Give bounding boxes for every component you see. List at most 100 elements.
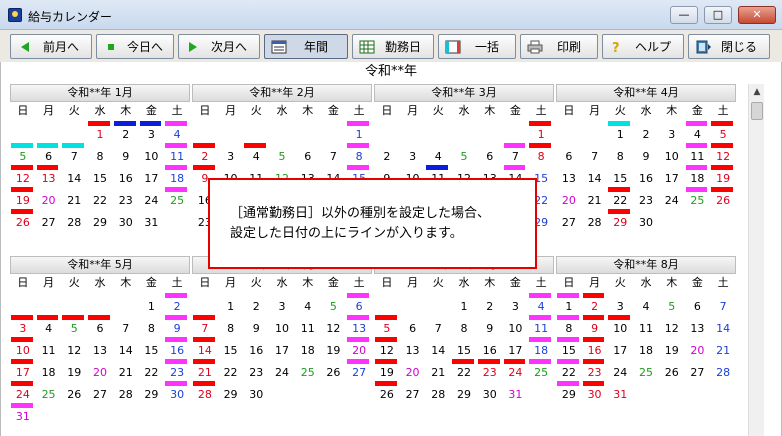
day-cell[interactable]: 24 [503, 358, 529, 380]
day-cell[interactable]: 5 [374, 314, 400, 336]
scroll-thumb[interactable] [751, 102, 763, 120]
day-cell[interactable]: 7 [425, 314, 451, 336]
day-cell[interactable]: 27 [556, 208, 582, 230]
day-cell[interactable]: 1 [87, 120, 113, 142]
day-cell[interactable]: 12 [321, 314, 347, 336]
day-cell[interactable]: 16 [164, 336, 190, 358]
day-cell[interactable]: 21 [61, 186, 87, 208]
day-cell[interactable]: 8 [451, 314, 477, 336]
day-cell[interactable]: 7 [582, 142, 608, 164]
day-cell[interactable]: 8 [87, 142, 113, 164]
day-cell[interactable]: 17 [10, 358, 36, 380]
day-cell[interactable]: 4 [243, 142, 269, 164]
day-cell[interactable]: 20 [36, 186, 62, 208]
day-cell[interactable]: 6 [685, 292, 711, 314]
day-cell[interactable]: 15 [607, 164, 633, 186]
day-cell[interactable]: 30 [164, 380, 190, 402]
day-cell[interactable]: 18 [685, 164, 711, 186]
day-cell[interactable]: 23 [633, 186, 659, 208]
day-cell[interactable]: 14 [192, 336, 218, 358]
day-cell[interactable]: 6 [556, 142, 582, 164]
day-cell[interactable]: 4 [295, 292, 321, 314]
day-cell[interactable]: 7 [321, 142, 347, 164]
close-window-button[interactable]: ✕ [738, 6, 776, 24]
day-cell[interactable]: 8 [218, 314, 244, 336]
day-cell[interactable]: 21 [113, 358, 139, 380]
day-cell[interactable]: 14 [61, 164, 87, 186]
day-cell[interactable]: 27 [87, 380, 113, 402]
day-cell[interactable]: 26 [10, 208, 36, 230]
day-cell[interactable]: 25 [295, 358, 321, 380]
day-cell[interactable]: 3 [659, 120, 685, 142]
day-cell[interactable]: 27 [346, 358, 372, 380]
day-cell[interactable]: 13 [685, 314, 711, 336]
day-cell[interactable]: 9 [582, 314, 608, 336]
day-cell[interactable]: 25 [164, 186, 190, 208]
day-cell[interactable]: 7 [710, 292, 736, 314]
day-cell[interactable]: 9 [477, 314, 503, 336]
day-cell[interactable]: 12 [10, 164, 36, 186]
day-cell[interactable]: 14 [425, 336, 451, 358]
day-cell[interactable]: 21 [425, 358, 451, 380]
day-cell[interactable]: 6 [477, 142, 503, 164]
day-cell[interactable]: 3 [400, 142, 426, 164]
day-cell[interactable]: 4 [36, 314, 62, 336]
day-cell[interactable]: 28 [582, 208, 608, 230]
prev-month-button[interactable]: 前月へ [10, 34, 92, 59]
day-cell[interactable]: 22 [556, 358, 582, 380]
day-cell[interactable]: 25 [36, 380, 62, 402]
day-cell[interactable]: 14 [582, 164, 608, 186]
day-cell[interactable]: 19 [374, 358, 400, 380]
day-cell[interactable]: 27 [36, 208, 62, 230]
day-cell[interactable]: 9 [633, 142, 659, 164]
day-cell[interactable]: 17 [607, 336, 633, 358]
day-cell[interactable]: 1 [346, 120, 372, 142]
day-cell[interactable]: 3 [10, 314, 36, 336]
day-cell[interactable]: 18 [295, 336, 321, 358]
day-cell[interactable]: 4 [633, 292, 659, 314]
day-cell[interactable]: 17 [503, 336, 529, 358]
day-cell[interactable]: 23 [477, 358, 503, 380]
next-month-button[interactable]: 次月へ [178, 34, 260, 59]
day-cell[interactable]: 9 [164, 314, 190, 336]
day-cell[interactable]: 22 [218, 358, 244, 380]
day-cell[interactable]: 15 [87, 164, 113, 186]
day-cell[interactable]: 20 [87, 358, 113, 380]
day-cell[interactable]: 3 [269, 292, 295, 314]
day-cell[interactable]: 26 [659, 358, 685, 380]
year-view-button[interactable]: 年間 [264, 34, 348, 59]
today-button[interactable]: 今日へ [96, 34, 174, 59]
day-cell[interactable]: 10 [607, 314, 633, 336]
day-cell[interactable]: 2 [582, 292, 608, 314]
day-cell[interactable]: 11 [685, 142, 711, 164]
day-cell[interactable]: 22 [87, 186, 113, 208]
day-cell[interactable]: 29 [87, 208, 113, 230]
day-cell[interactable]: 12 [374, 336, 400, 358]
day-cell[interactable]: 28 [710, 358, 736, 380]
day-cell[interactable]: 23 [582, 358, 608, 380]
day-cell[interactable]: 10 [503, 314, 529, 336]
day-cell[interactable]: 1 [556, 292, 582, 314]
day-cell[interactable]: 19 [710, 164, 736, 186]
day-cell[interactable]: 1 [139, 292, 165, 314]
day-cell[interactable]: 8 [346, 142, 372, 164]
day-cell[interactable]: 11 [295, 314, 321, 336]
day-cell[interactable]: 15 [139, 336, 165, 358]
day-cell[interactable]: 16 [113, 164, 139, 186]
day-cell[interactable]: 4 [164, 120, 190, 142]
day-cell[interactable]: 12 [61, 336, 87, 358]
day-cell[interactable]: 23 [243, 358, 269, 380]
day-cell[interactable]: 8 [528, 142, 554, 164]
day-cell[interactable]: 31 [607, 380, 633, 402]
day-cell[interactable]: 26 [61, 380, 87, 402]
day-cell[interactable]: 2 [374, 142, 400, 164]
day-cell[interactable]: 6 [400, 314, 426, 336]
day-cell[interactable]: 13 [400, 336, 426, 358]
day-cell[interactable]: 24 [139, 186, 165, 208]
day-cell[interactable]: 20 [685, 336, 711, 358]
day-cell[interactable]: 1 [528, 120, 554, 142]
day-cell[interactable]: 20 [346, 336, 372, 358]
day-cell[interactable]: 13 [556, 164, 582, 186]
day-cell[interactable]: 10 [139, 142, 165, 164]
day-cell[interactable]: 30 [113, 208, 139, 230]
